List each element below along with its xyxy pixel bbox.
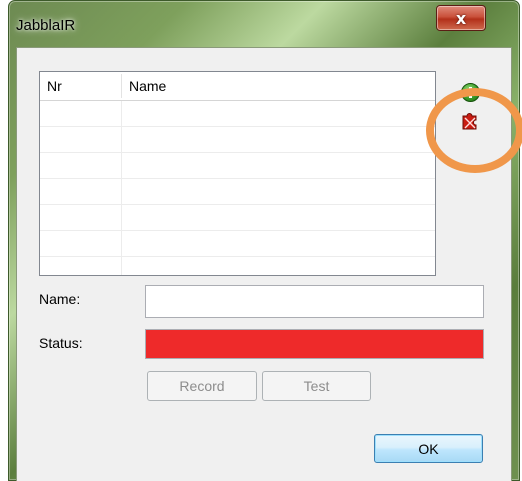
status-label: Status: xyxy=(39,335,83,351)
row-gridline xyxy=(40,126,435,127)
row-gridline xyxy=(40,178,435,179)
name-label: Name: xyxy=(39,291,81,307)
status-indicator xyxy=(145,329,484,359)
row-gridline xyxy=(40,152,435,153)
record-button[interactable]: Record xyxy=(147,371,257,401)
add-icon xyxy=(461,83,480,102)
title-bar[interactable]: JabblaIR x xyxy=(9,1,519,41)
ir-code-list[interactable]: Nr Name xyxy=(39,71,436,276)
row-gridline xyxy=(40,230,435,231)
row-gridline xyxy=(40,256,435,257)
name-input[interactable] xyxy=(145,285,484,318)
ok-button[interactable]: OK xyxy=(374,434,483,463)
dialog-client-area: Nr Name Name: Status: Record Test OK xyxy=(16,47,522,481)
app-window: JabblaIR x Nr Name Name: Status: Record … xyxy=(8,0,522,481)
add-button[interactable] xyxy=(459,81,481,103)
window-title: JabblaIR xyxy=(16,17,76,34)
close-button[interactable]: x xyxy=(436,5,486,31)
remove-icon xyxy=(462,113,477,130)
column-header-nr[interactable]: Nr xyxy=(47,72,62,100)
list-header: Nr Name xyxy=(40,72,435,101)
column-gridline xyxy=(121,101,122,275)
test-button[interactable]: Test xyxy=(262,371,371,401)
remove-button[interactable] xyxy=(459,110,481,132)
row-gridline xyxy=(40,204,435,205)
column-divider[interactable] xyxy=(121,74,122,98)
list-body[interactable] xyxy=(40,101,435,275)
close-icon: x xyxy=(455,8,467,28)
column-header-name[interactable]: Name xyxy=(129,72,166,100)
